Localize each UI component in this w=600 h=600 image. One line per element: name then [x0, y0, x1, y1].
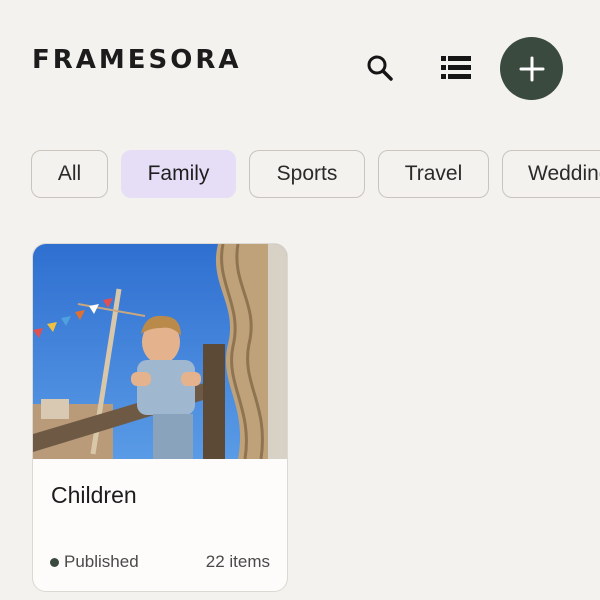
app-root: FRAMESORA All Family Sports Travel Weddi…	[0, 0, 600, 600]
filter-chip-family[interactable]: Family	[121, 150, 236, 198]
add-album-button[interactable]	[500, 37, 563, 100]
search-icon	[367, 55, 393, 81]
album-item-count: 22 items	[205, 552, 270, 571]
album-card[interactable]: Children Published 22 items	[32, 243, 288, 592]
list-view-button[interactable]	[436, 48, 476, 88]
album-title: Children	[51, 482, 137, 508]
list-view-icon	[441, 56, 471, 79]
filter-chip-all[interactable]: All	[31, 150, 108, 198]
filter-chips: All Family Sports Travel Wedding	[31, 150, 600, 198]
status-dot-icon	[50, 557, 59, 567]
album-status-label: Published	[64, 552, 139, 571]
filter-chip-travel[interactable]: Travel	[378, 150, 489, 198]
app-logo: FRAMESORA	[32, 45, 242, 75]
album-cover-photo	[33, 244, 287, 459]
album-status: Published	[50, 552, 139, 572]
plus-icon	[519, 56, 544, 81]
filter-chip-sports[interactable]: Sports	[249, 150, 365, 198]
filter-chip-wedding[interactable]: Wedding	[502, 150, 600, 198]
search-button[interactable]	[360, 48, 400, 88]
